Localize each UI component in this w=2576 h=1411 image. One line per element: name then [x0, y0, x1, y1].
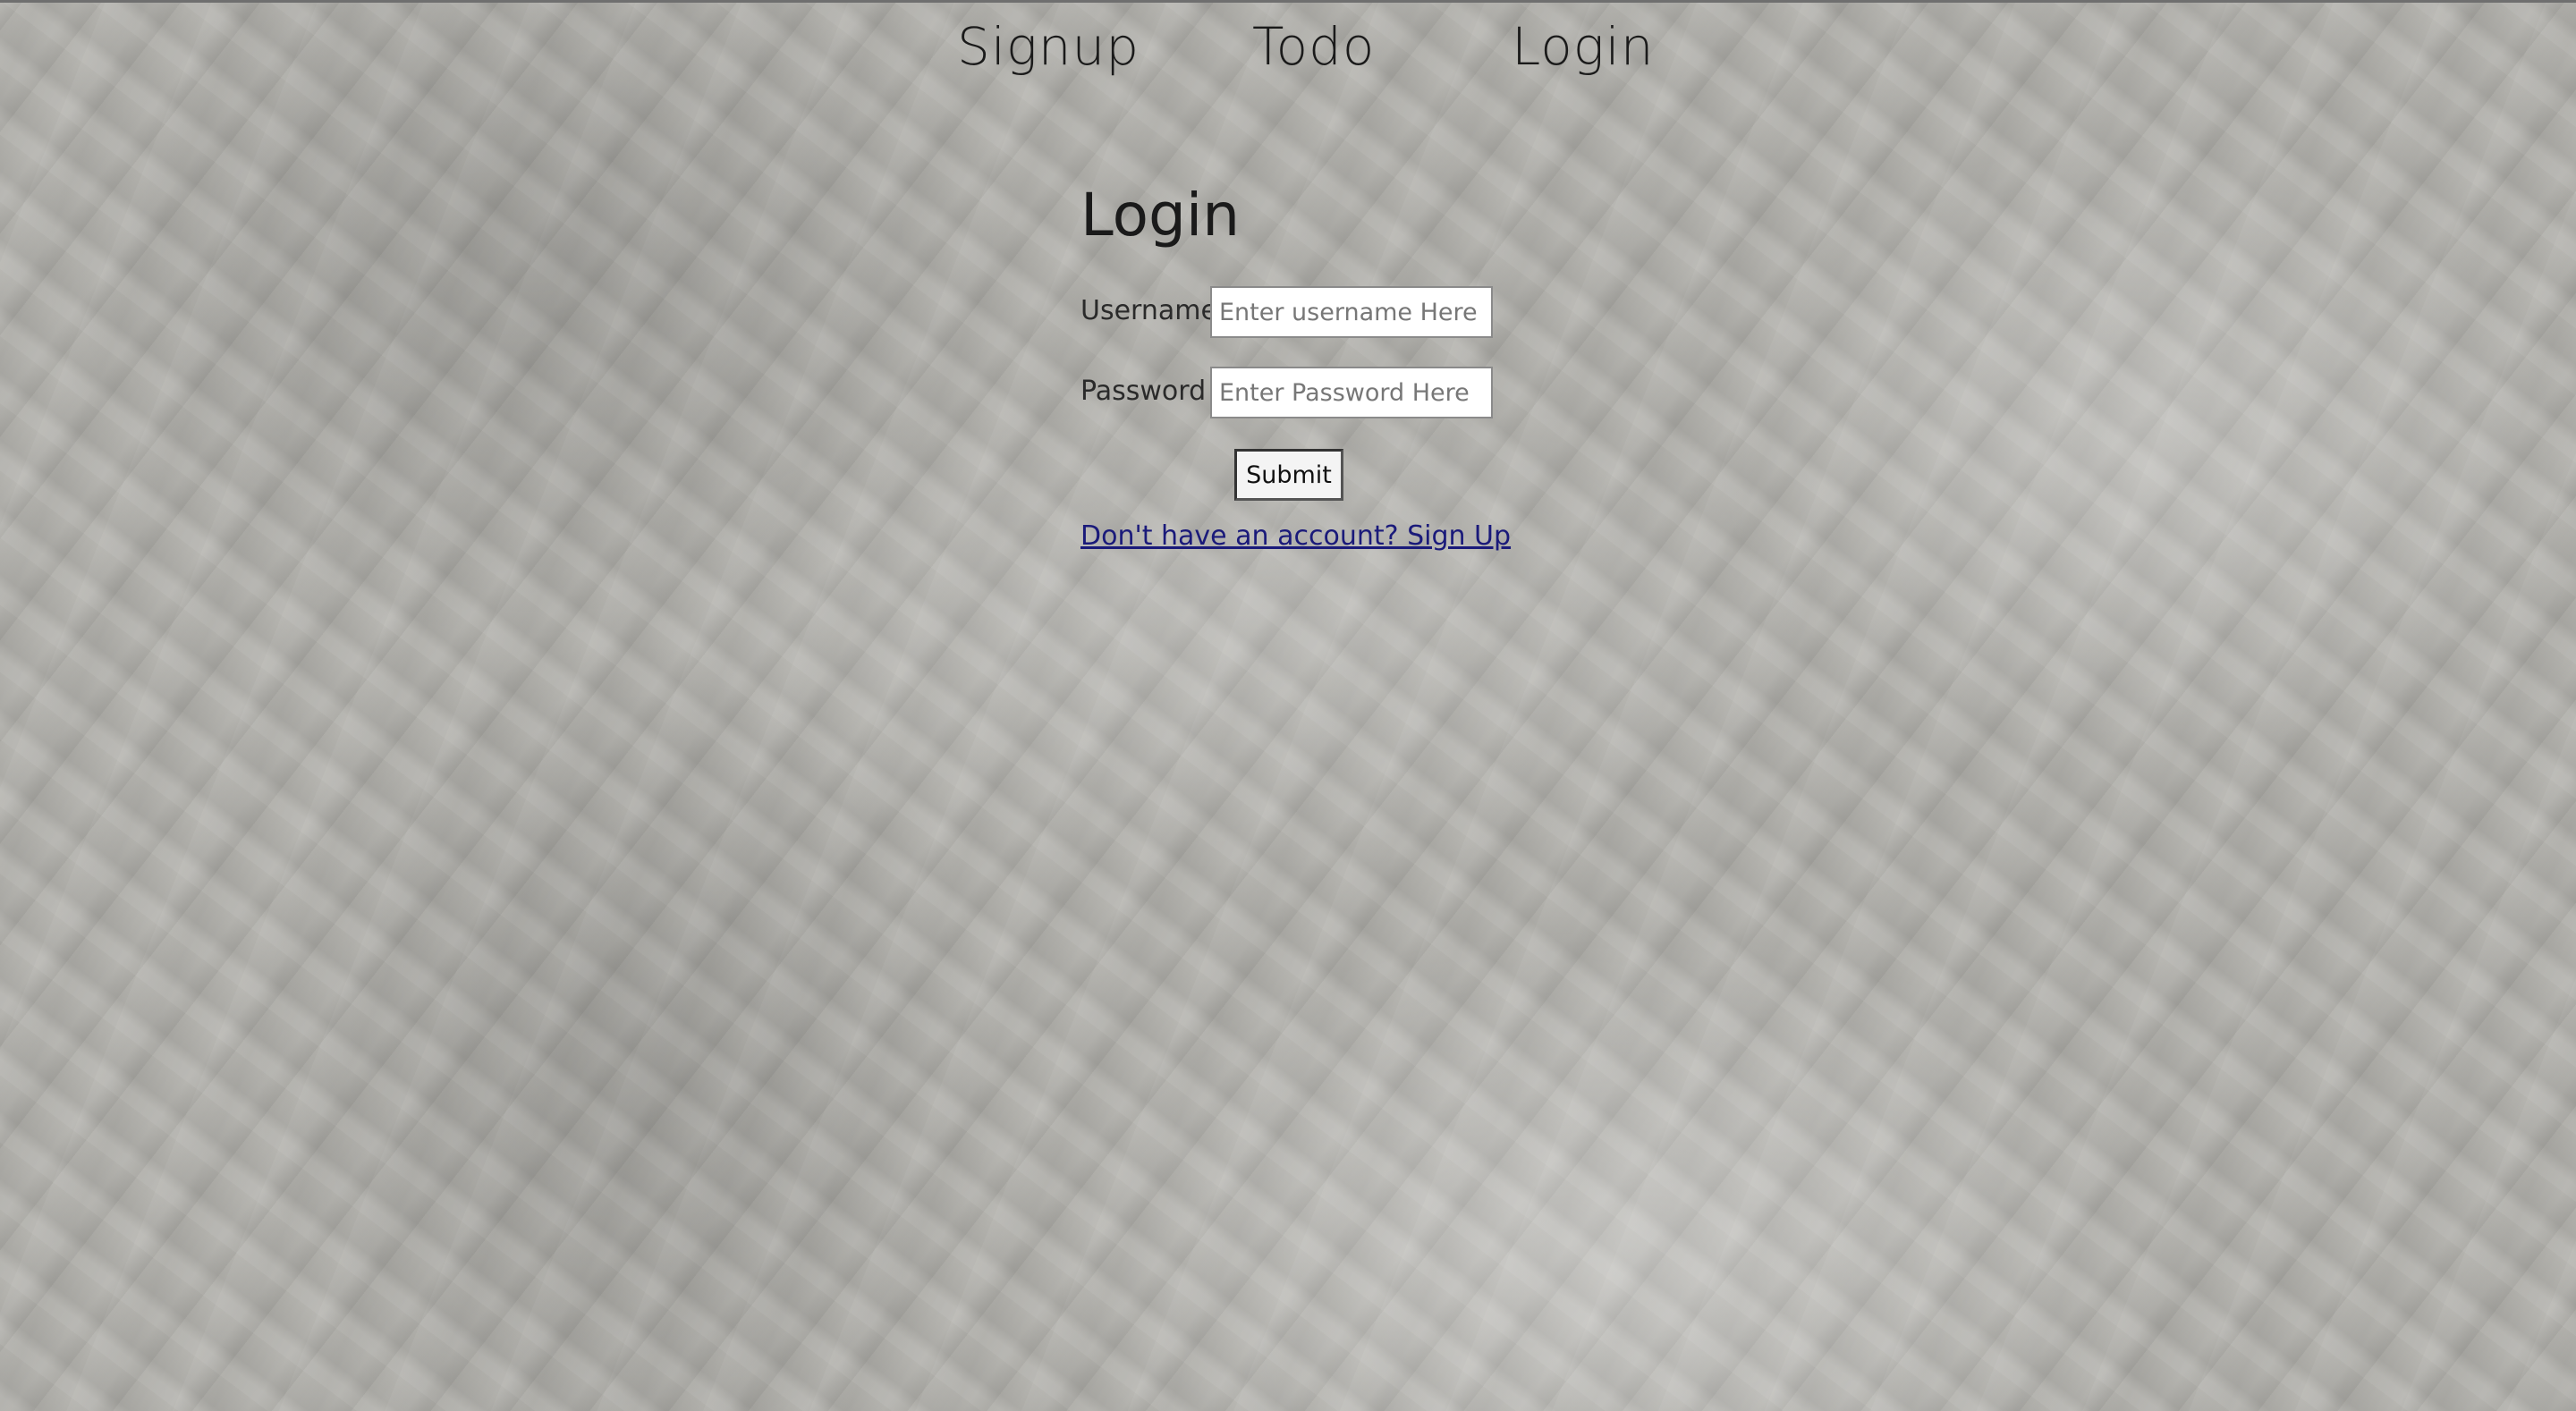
top-navigation: Signup Todo Login	[0, 14, 2576, 86]
page-title: Login	[1080, 181, 1241, 249]
nav-link-signup[interactable]: Signup	[957, 14, 1140, 79]
password-label: Password	[1080, 376, 1207, 407]
username-label: Username	[1080, 295, 1217, 326]
nav-link-todo[interactable]: Todo	[1252, 14, 1375, 79]
nav-link-login[interactable]: Login	[1512, 14, 1654, 79]
top-border	[0, 0, 2576, 3]
password-input[interactable]	[1210, 367, 1493, 418]
username-input[interactable]	[1210, 286, 1493, 338]
submit-button[interactable]: Submit	[1234, 449, 1343, 501]
signup-link[interactable]: Don't have an account? Sign Up	[1080, 519, 1511, 554]
